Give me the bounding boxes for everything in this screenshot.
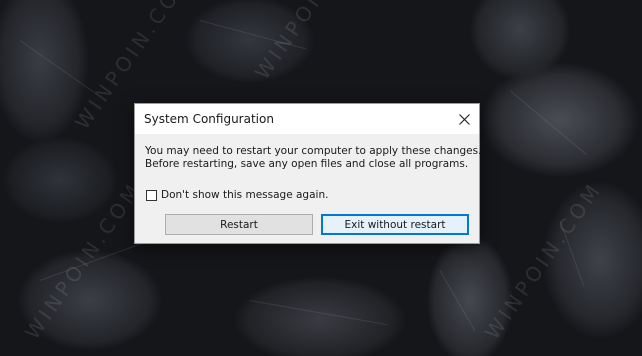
leaf-vein — [249, 300, 388, 326]
dont-show-again-checkbox[interactable] — [146, 189, 157, 201]
message-line-1: You may need to restart your computer to… — [145, 145, 482, 157]
watermark: WINPOIN.COM — [20, 177, 147, 344]
dialog-message: You may need to restart your computer to… — [145, 145, 482, 171]
watermark: WINPOIN.COM — [250, 0, 377, 84]
dialog-titlebar[interactable]: System Configuration — [135, 104, 479, 134]
close-button[interactable] — [449, 104, 479, 134]
exit-without-restart-button[interactable]: Exit without restart — [321, 214, 469, 235]
leaf-vein — [439, 270, 476, 332]
watermark: WINPOIN.COM — [480, 177, 607, 344]
dont-show-again-label[interactable]: Don't show this message again. — [161, 189, 328, 201]
dialog-title: System Configuration — [144, 112, 274, 126]
dont-show-again-option[interactable]: Don't show this message again. — [146, 188, 328, 202]
restart-button[interactable]: Restart — [165, 214, 313, 235]
message-line-2: Before restarting, save any open files a… — [145, 158, 469, 170]
leaf-vein — [19, 40, 95, 93]
close-icon — [458, 113, 470, 125]
desktop-background: WINPOIN.COM WINPOIN.COM WINPOIN.COM WINP… — [0, 0, 642, 356]
leaf-vein — [509, 90, 587, 156]
system-configuration-dialog: System Configuration You may need to res… — [134, 103, 482, 244]
